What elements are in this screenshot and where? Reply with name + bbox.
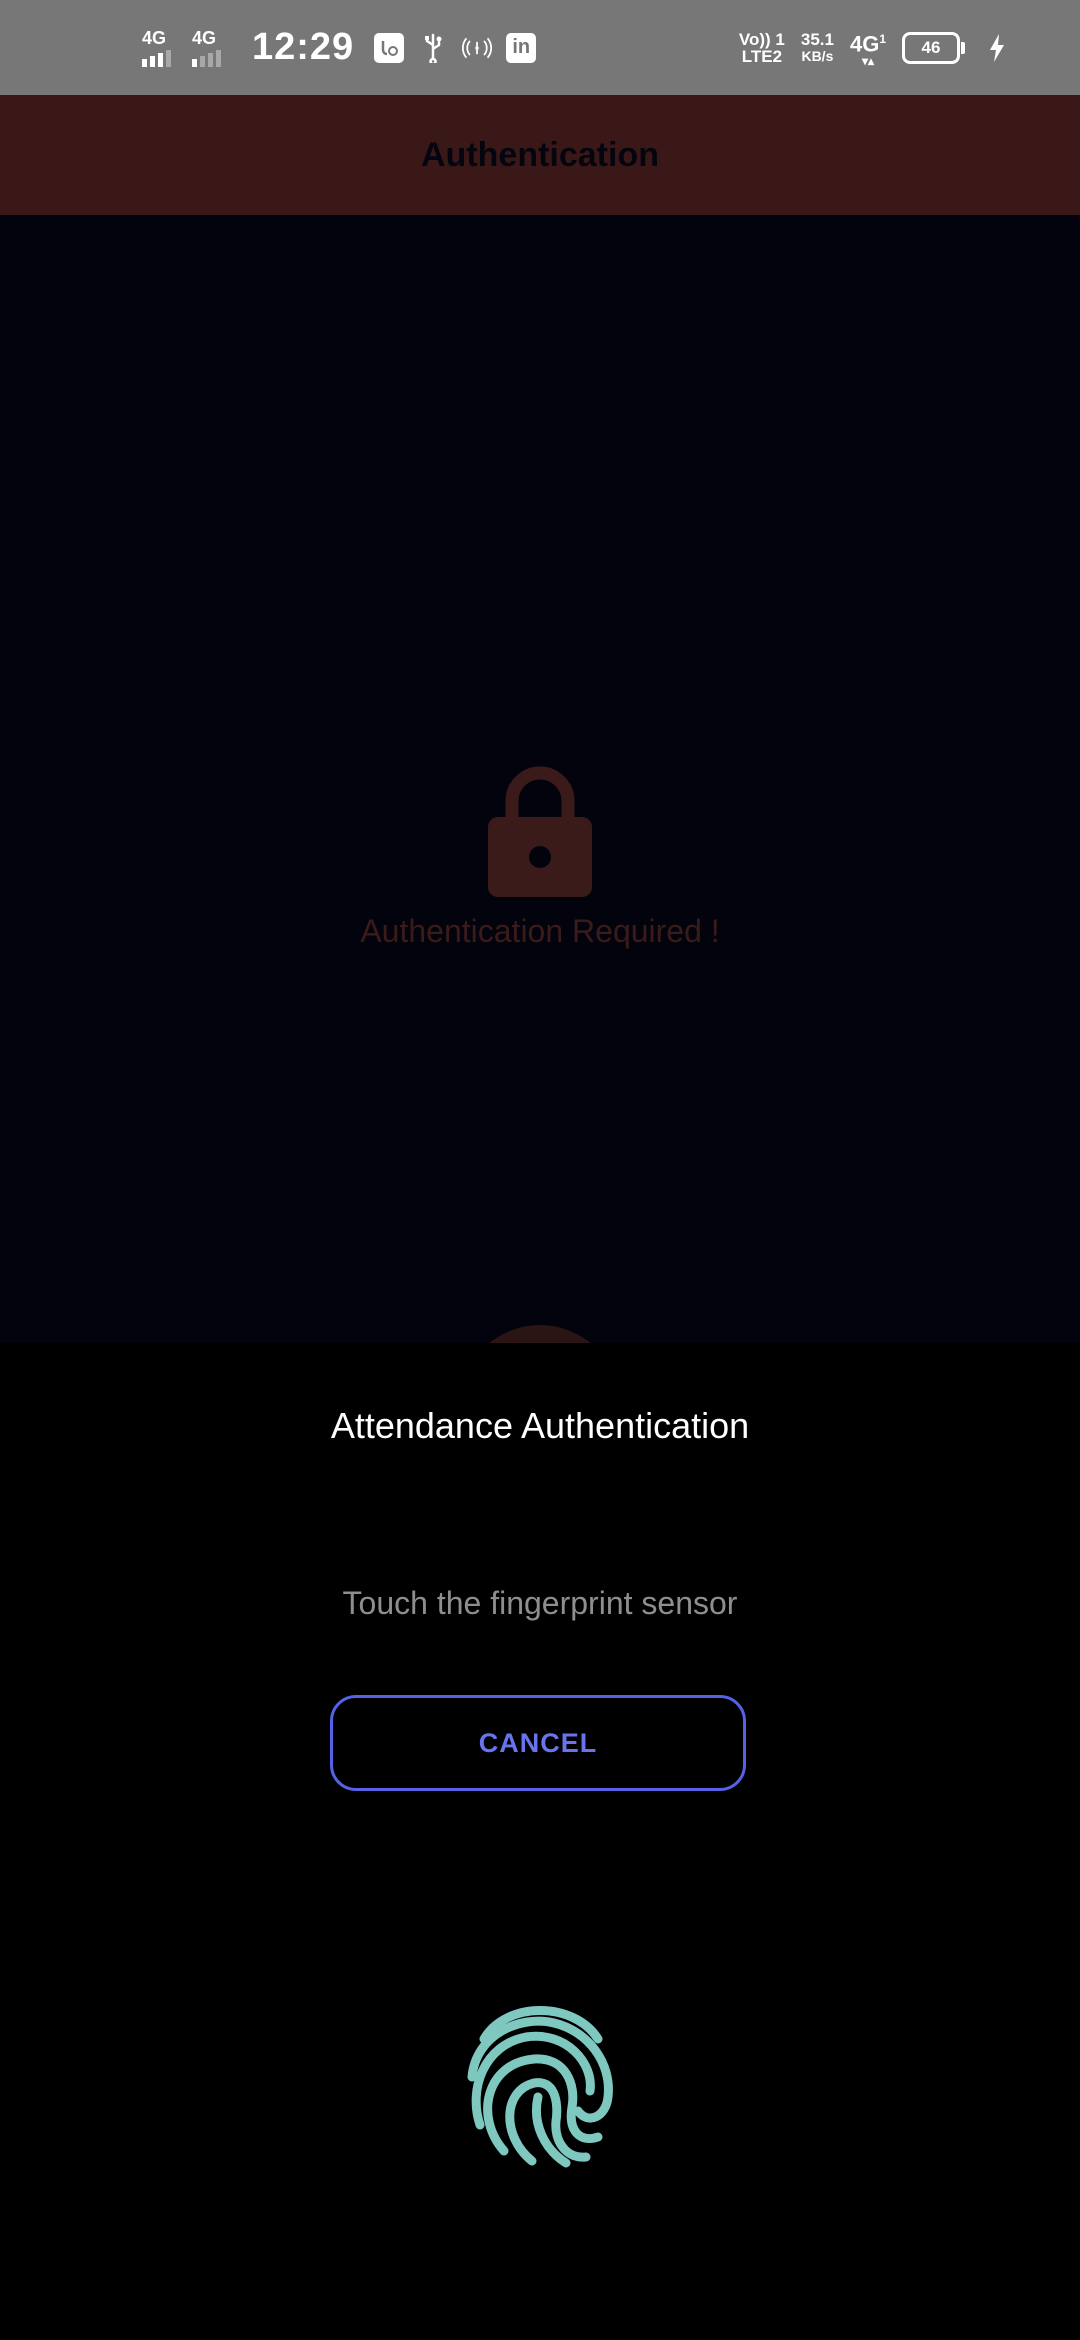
biometric-prompt-sheet: Attendance Authentication Touch the fing… [0,1343,1080,2340]
status-bar: 4G 4G 12:29 in Vo)) 1 LTE2 35.1 KB/s 4G1… [0,0,1080,95]
usb-icon [418,33,448,63]
clock: 12:29 [252,26,355,68]
volte-indicator: Vo)) 1 LTE2 [738,29,785,66]
data-network-indicator: 4G1 ▾▴ [849,31,886,69]
fingerprint-icon[interactable] [462,1993,618,2169]
auth-required-message: Authentication Required ! [360,913,720,949]
charging-icon [982,33,1012,63]
screen: 4G 4G 12:29 in Vo)) 1 LTE2 35.1 KB/s 4G1… [0,0,1080,2340]
status-bar-left: 4G 4G 12:29 in [142,0,537,95]
sim1-network-label: 4G [142,27,167,48]
signal-icon: 4G [192,29,228,67]
hotspot-icon [462,33,493,63]
cancel-button[interactable]: CANCEL [330,1695,746,1791]
signal-icon: 4G [142,29,178,67]
sim2-network-label: 4G [192,27,217,48]
status-bar-right: Vo)) 1 LTE2 35.1 KB/s 4G1 ▾▴ 46 [739,0,1012,95]
fingerprint-button-background [460,1325,620,1343]
app-notification-icon [374,32,405,63]
page-title: Authentication [421,135,659,174]
network-speed: 35.1 KB/s [800,29,834,64]
lock-icon [488,766,592,897]
dialog-title: Attendance Authentication [330,1405,750,1446]
battery-icon: 46 [902,31,965,64]
dialog-subtitle: Touch the fingerprint sensor [342,1585,738,1621]
main-content: Authentication Required ! [0,215,1080,1343]
linkedin-icon: in [506,32,537,63]
battery-level: 46 [921,37,941,57]
app-bar: Authentication [0,95,1080,215]
